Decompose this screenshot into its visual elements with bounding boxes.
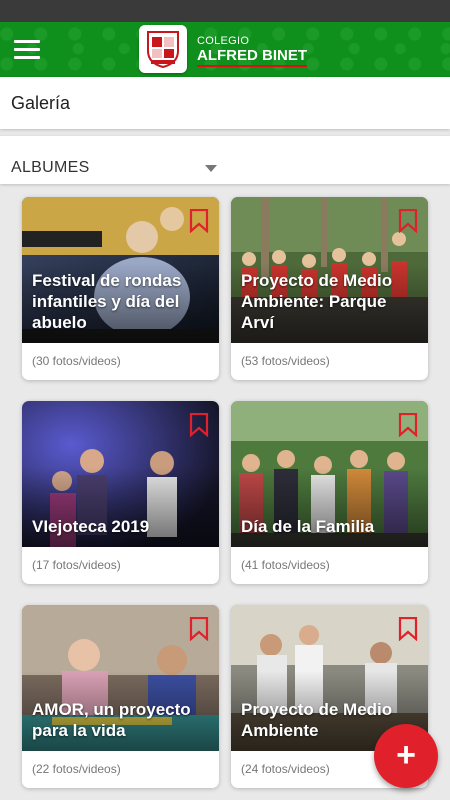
add-album-button[interactable]: + <box>374 724 438 788</box>
app-bar: COLEGIO ALFRED BINET <box>0 22 450 77</box>
album-title: Festival de rondas infantiles y día del … <box>32 271 182 332</box>
brand-line-2: ALFRED BINET <box>197 47 307 67</box>
album-card[interactable]: Festival de rondas infantiles y día del … <box>22 197 219 380</box>
bookmark-icon[interactable] <box>398 617 418 641</box>
album-count: (24 fotos/videos) <box>241 762 330 776</box>
bookmark-icon[interactable] <box>189 209 209 233</box>
bookmark-icon[interactable] <box>189 617 209 641</box>
chevron-down-icon <box>205 165 217 172</box>
bookmark-icon[interactable] <box>189 413 209 437</box>
album-card[interactable]: AMOR, un proyecto para la vida (22 fotos… <box>22 605 219 788</box>
bookmark-icon[interactable] <box>398 413 418 437</box>
school-logo <box>139 25 187 73</box>
album-filter-select[interactable]: ALBUMES <box>0 136 225 184</box>
album-count: (17 fotos/videos) <box>32 558 121 572</box>
album-count: (53 fotos/videos) <box>241 354 330 368</box>
album-count: (41 fotos/videos) <box>241 558 330 572</box>
plus-icon: + <box>396 736 416 774</box>
brand-name: COLEGIO ALFRED BINET <box>197 35 307 67</box>
album-card[interactable]: Día de la Familia (41 fotos/videos) <box>231 401 428 584</box>
album-count: (30 fotos/videos) <box>32 354 121 368</box>
album-filter-value: ALBUMES <box>11 159 90 176</box>
album-title: Día de la Familia <box>241 517 375 536</box>
bookmark-icon[interactable] <box>398 209 418 233</box>
brand-line-1: COLEGIO <box>197 35 250 47</box>
album-card[interactable]: VIejoteca 2019 (17 fotos/videos) <box>22 401 219 584</box>
status-bar <box>0 0 450 22</box>
album-title: AMOR, un proyecto para la vida <box>32 700 191 740</box>
filter-bar: ALBUMES <box>0 136 450 184</box>
album-count: (22 fotos/videos) <box>32 762 121 776</box>
page-title-bar: Galería <box>0 77 450 129</box>
page-title: Galería <box>11 93 71 113</box>
album-title: VIejoteca 2019 <box>32 517 150 536</box>
menu-icon[interactable] <box>14 40 40 60</box>
album-title: Proyecto de Medio Ambiente: Parque Arví <box>241 271 393 332</box>
album-card[interactable]: Proyecto de Medio Ambiente: Parque Arví … <box>231 197 428 380</box>
